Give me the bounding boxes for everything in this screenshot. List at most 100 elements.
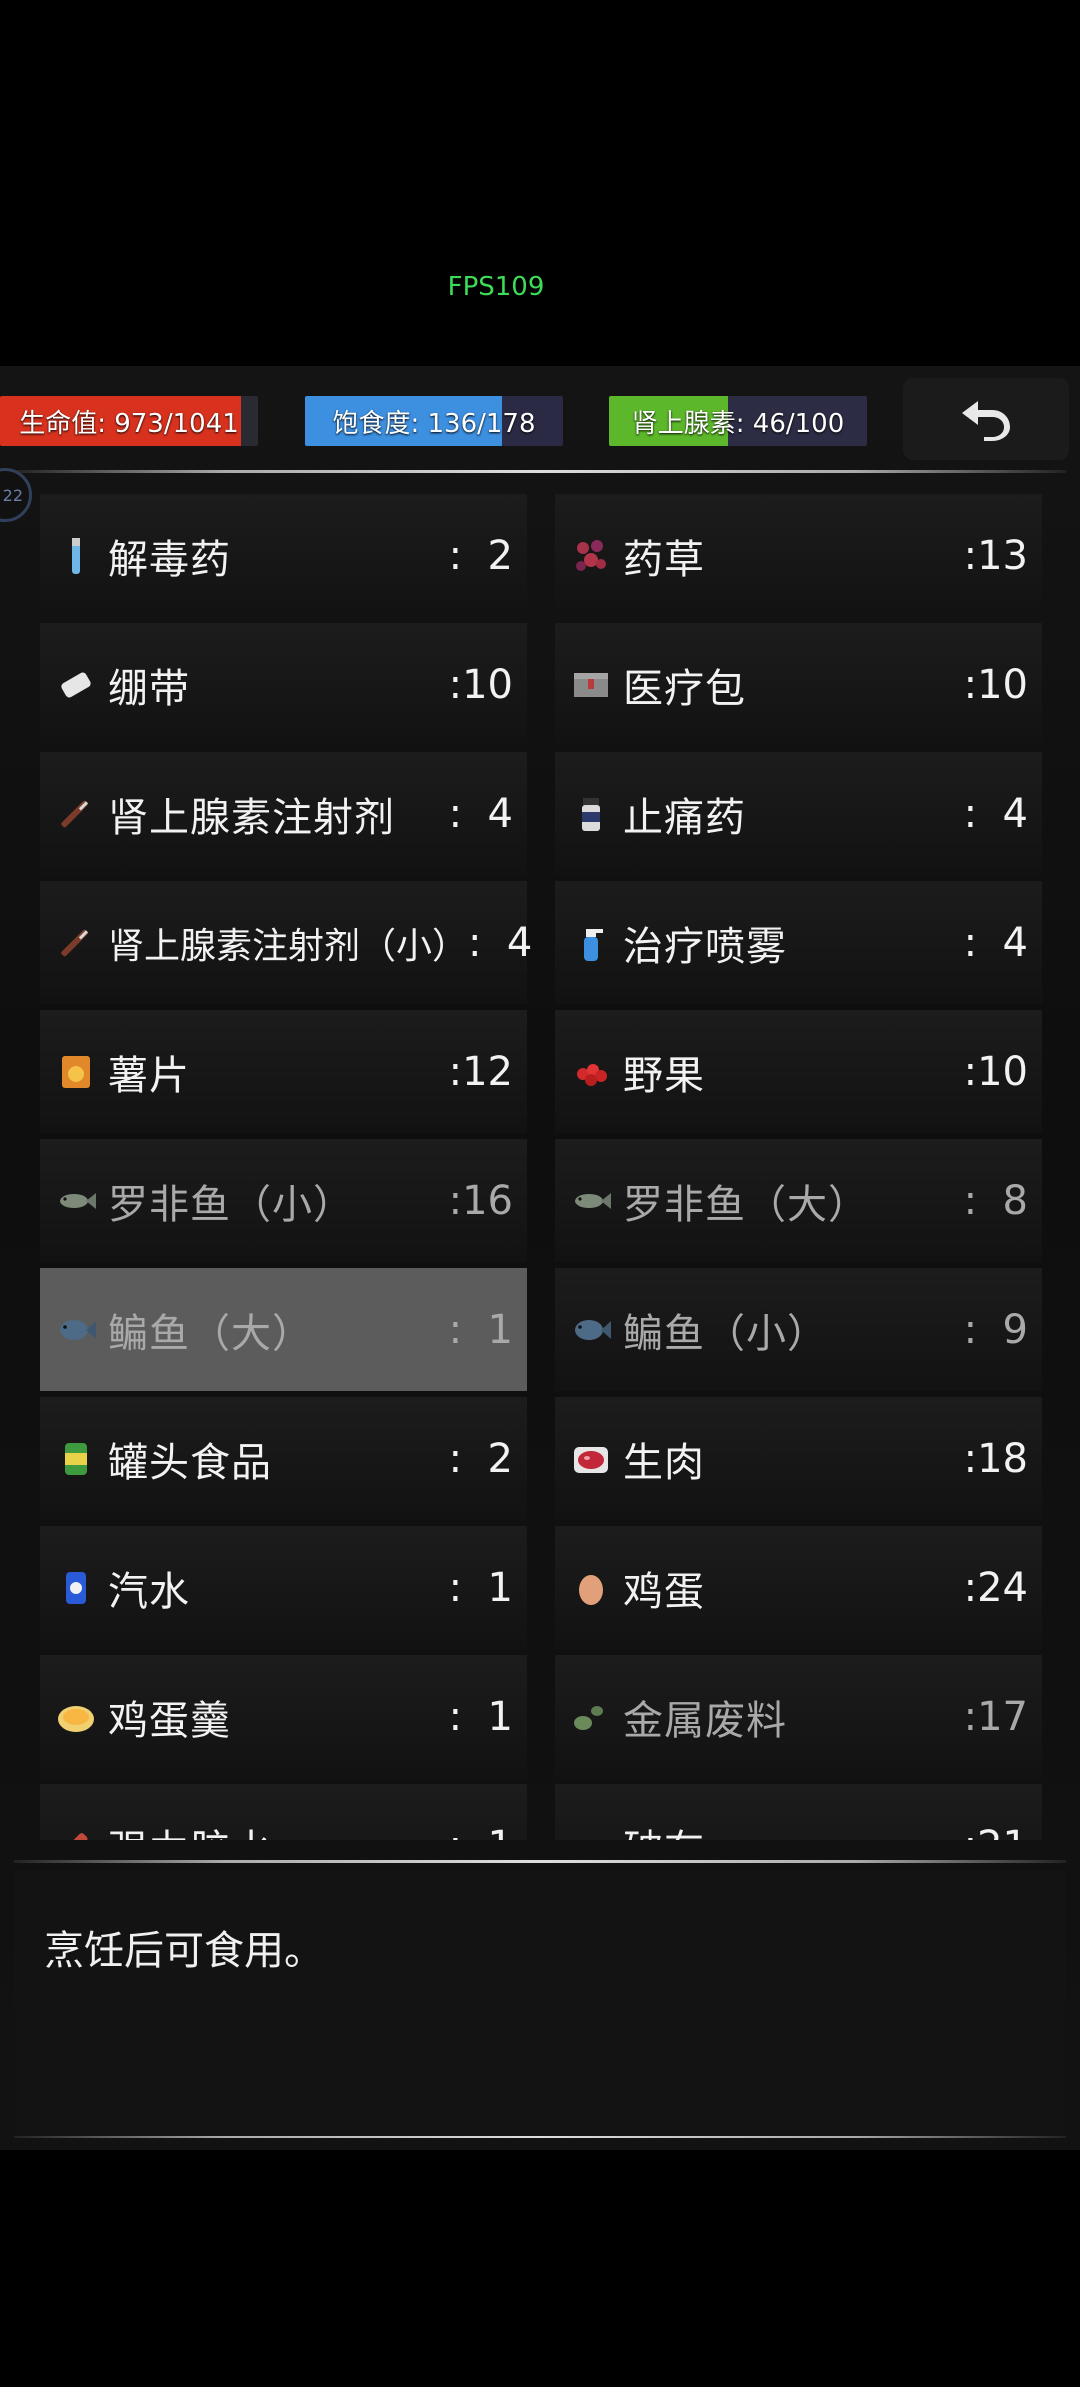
egg-custard-icon bbox=[54, 1695, 98, 1739]
item-count: :12 bbox=[448, 1048, 513, 1095]
item-count: :10 bbox=[448, 661, 513, 708]
item-row: 鳊鱼（大）: 1 鳊鱼（小） : 9 bbox=[40, 1268, 1042, 1391]
inventory-slot[interactable]: 治疗喷雾 : 4 bbox=[555, 881, 1042, 1004]
raw-meat-icon bbox=[569, 1437, 613, 1481]
chips-icon bbox=[54, 1050, 98, 1094]
herb-icon bbox=[569, 534, 613, 578]
inventory-slot[interactable]: 鸡蛋 :24 bbox=[555, 1526, 1042, 1649]
item-count: :10 bbox=[963, 661, 1028, 708]
syringe-vial-icon bbox=[54, 534, 98, 578]
item-count: : 1 bbox=[448, 1693, 513, 1740]
hunger-bar: 饱食度: 136/178 bbox=[305, 396, 563, 446]
item-count: :16 bbox=[448, 1177, 513, 1224]
inventory-slot[interactable]: 肾上腺素注射剂（小）: 4 bbox=[40, 881, 532, 1004]
inventory-slot[interactable]: 解毒药: 2 bbox=[40, 494, 527, 617]
berries-icon bbox=[569, 1050, 613, 1094]
inventory-slot[interactable]: 鸡蛋羹 : 1 bbox=[40, 1655, 527, 1778]
inventory-slot[interactable]: 罗非鱼（大）: 8 bbox=[555, 1139, 1042, 1262]
item-name: 罗非鱼（小） bbox=[108, 1181, 354, 1228]
item-name: 鸡蛋 bbox=[623, 1568, 705, 1615]
item-name: 破布 bbox=[623, 1817, 964, 1841]
inventory-slot[interactable]: 鳊鱼（小） : 9 bbox=[555, 1268, 1042, 1391]
health-bar: 生命值: 973/1041 bbox=[0, 396, 258, 446]
item-count: :13 bbox=[963, 532, 1028, 579]
item-count: :24 bbox=[963, 1564, 1028, 1611]
inventory-slot[interactable]: 野果:10 bbox=[555, 1010, 1042, 1133]
item-count: : 4 bbox=[468, 919, 533, 966]
back-button[interactable] bbox=[903, 378, 1069, 460]
inventory-slot[interactable]: 罐头食品 : 2 bbox=[40, 1397, 527, 1520]
item-row: 罐头食品 : 2 生肉 :18 bbox=[40, 1397, 1042, 1520]
item-name: 汽水 bbox=[108, 1568, 190, 1615]
fish-icon bbox=[54, 1179, 98, 1223]
health-bar-label: 生命值: 973/1041 bbox=[19, 408, 239, 439]
item-count: : 1 bbox=[448, 1306, 513, 1353]
item-row: 解毒药: 2 药草 :13 bbox=[40, 494, 1042, 617]
item-row: 汽水 : 1 鸡蛋 :24 bbox=[40, 1526, 1042, 1649]
bream-icon bbox=[54, 1308, 98, 1352]
medkit-icon bbox=[569, 663, 613, 707]
item-row: 肾上腺素注射剂: 4 止痛药: 4 bbox=[40, 752, 1042, 875]
item-grid: 解毒药: 2 药草:13 绷带:10 医疗包:10 肾上腺素注射剂: 4 止痛药: 4 肾上… bbox=[40, 494, 1042, 1840]
item-count: : 4 bbox=[963, 919, 1028, 966]
item-name: 强力胶水 bbox=[108, 1817, 449, 1841]
item-name: 野果 bbox=[623, 1052, 705, 1099]
item-count: : 1 bbox=[448, 1564, 513, 1611]
adrenaline-bar: 肾上腺素: 46/100 bbox=[609, 396, 867, 446]
item-count: :17 bbox=[963, 1693, 1028, 1740]
item-name: 鳊鱼（小） bbox=[623, 1310, 828, 1357]
inventory-slot-selected[interactable]: 鳊鱼（大）: 1 bbox=[40, 1268, 527, 1391]
rag-icon bbox=[569, 1824, 613, 1840]
item-row: 鸡蛋羹 : 1 金属废料 :17 bbox=[40, 1655, 1042, 1778]
item-count: : 4 bbox=[448, 790, 513, 837]
spray-icon bbox=[569, 921, 613, 965]
bream-icon bbox=[569, 1308, 613, 1352]
inventory-slot[interactable]: 医疗包 :10 bbox=[555, 623, 1042, 746]
inventory-slot[interactable]: 金属废料 :17 bbox=[555, 1655, 1042, 1778]
item-name: 金属废料 bbox=[623, 1697, 787, 1744]
scrap-metal-icon bbox=[569, 1695, 613, 1739]
inventory-slot[interactable]: 破布:21 bbox=[555, 1784, 1042, 1840]
item-name: 解毒药 bbox=[108, 536, 231, 583]
item-count: : 4 bbox=[963, 790, 1028, 837]
item-row: 肾上腺素注射剂（小）: 4 治疗喷雾 : 4 bbox=[40, 881, 1042, 1004]
bandage-icon bbox=[54, 663, 98, 707]
inventory-slot[interactable]: 止痛药: 4 bbox=[555, 752, 1042, 875]
item-count: : 9 bbox=[963, 1306, 1028, 1353]
item-name: 治疗喷雾 bbox=[623, 923, 787, 970]
item-name: 鸡蛋羹 bbox=[108, 1697, 231, 1744]
inventory-slot[interactable]: 罗非鱼（小） :16 bbox=[40, 1139, 527, 1262]
item-count: : 8 bbox=[963, 1177, 1028, 1224]
item-row: 罗非鱼（小） :16 罗非鱼（大）: 8 bbox=[40, 1139, 1042, 1262]
injector-icon bbox=[54, 792, 98, 836]
item-name: 罐头食品 bbox=[108, 1439, 272, 1486]
item-description: 烹饪后可食用。 bbox=[44, 1928, 324, 1974]
inventory-slot[interactable]: 肾上腺素注射剂 : 4 bbox=[40, 752, 527, 875]
hunger-bar-label: 饱食度: 136/178 bbox=[332, 408, 536, 439]
injector-icon bbox=[54, 921, 98, 965]
fps-counter: FPS109 bbox=[447, 272, 545, 302]
item-count: : 2 bbox=[448, 1435, 513, 1482]
top-divider bbox=[14, 470, 1066, 473]
pill-bottle-icon bbox=[569, 792, 613, 836]
undo-arrow-icon bbox=[962, 401, 1010, 441]
inventory-slot[interactable]: 绷带 :10 bbox=[40, 623, 527, 746]
can-icon bbox=[54, 1437, 98, 1481]
fish-icon bbox=[569, 1179, 613, 1223]
item-count: :18 bbox=[963, 1435, 1028, 1482]
inventory-slot[interactable]: 强力胶水: 1 bbox=[40, 1784, 527, 1840]
item-row: 绷带 :10 医疗包 :10 bbox=[40, 623, 1042, 746]
item-name: 薯片 bbox=[108, 1052, 190, 1099]
item-name: 绷带 bbox=[108, 665, 190, 712]
inventory-slot[interactable]: 薯片 :12 bbox=[40, 1010, 527, 1133]
item-name: 生肉 bbox=[623, 1439, 705, 1486]
inventory-slot[interactable]: 生肉 :18 bbox=[555, 1397, 1042, 1520]
item-name: 肾上腺素注射剂 bbox=[108, 794, 395, 841]
item-name: 药草 bbox=[623, 536, 705, 583]
item-row: 强力胶水: 1 破布:21 bbox=[40, 1784, 1042, 1840]
bottom-divider bbox=[14, 2136, 1066, 2138]
item-name: 医疗包 bbox=[623, 665, 746, 712]
inventory-slot[interactable]: 汽水 : 1 bbox=[40, 1526, 527, 1649]
description-panel bbox=[14, 1870, 1066, 2135]
inventory-slot[interactable]: 药草 :13 bbox=[555, 494, 1042, 617]
